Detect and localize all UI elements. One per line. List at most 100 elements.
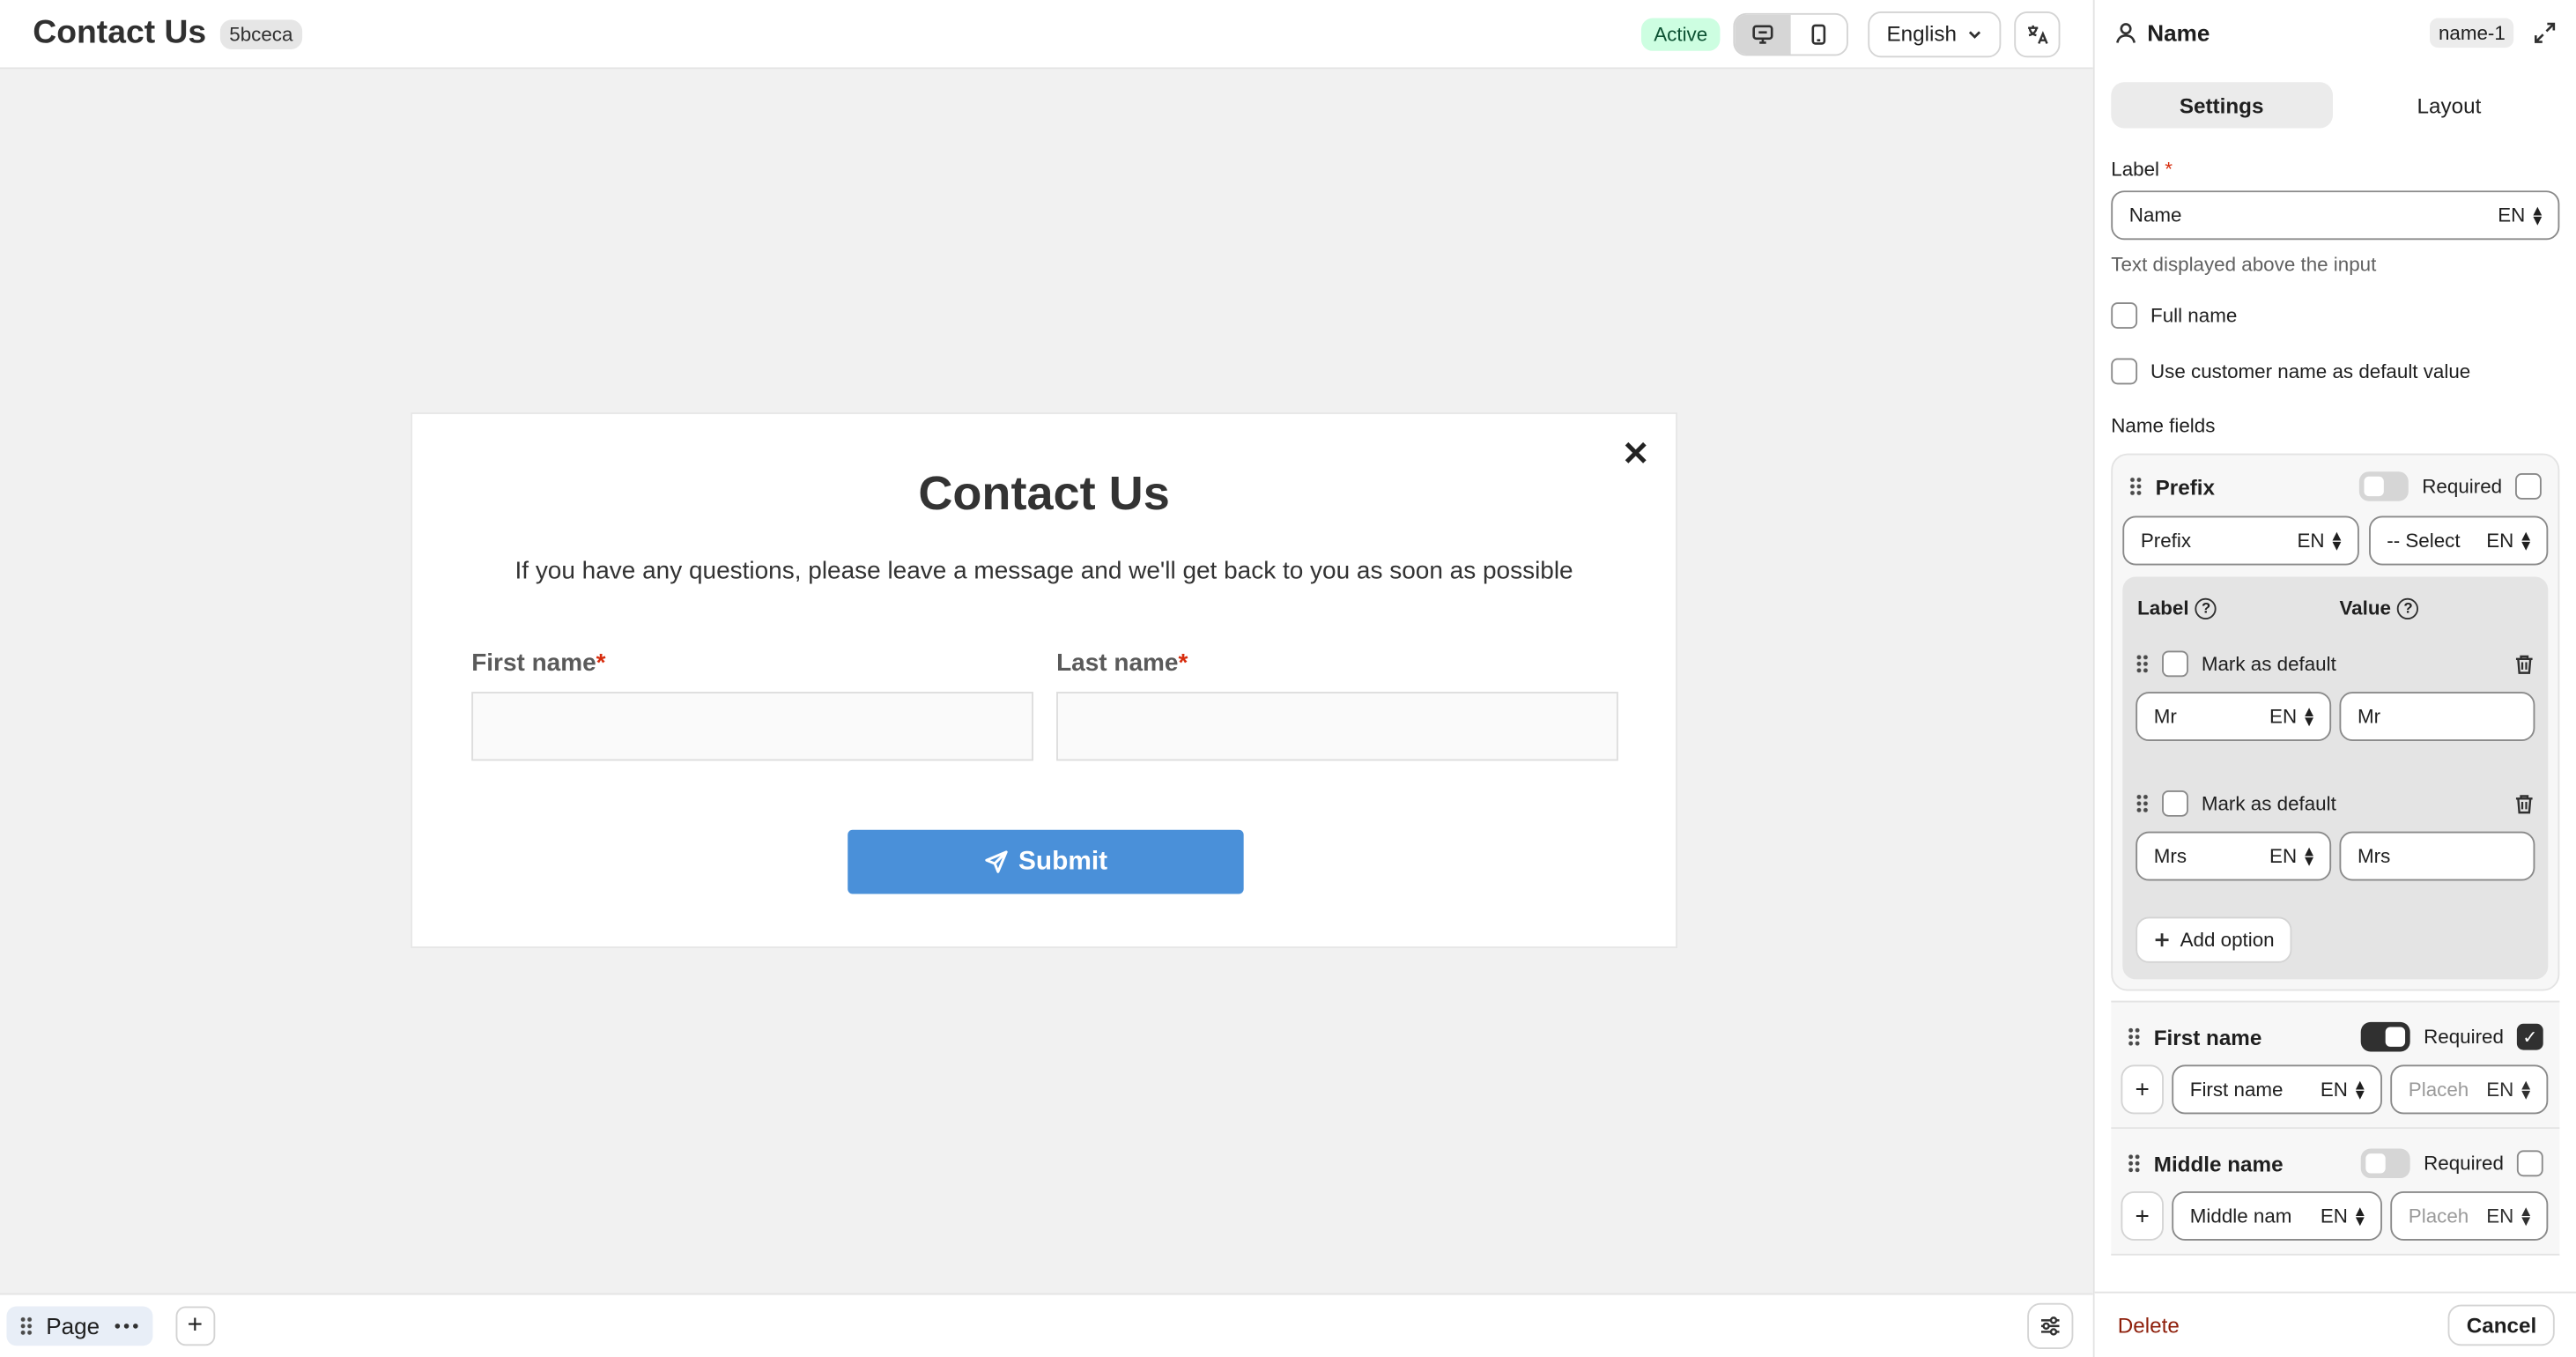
option-value-input[interactable]: Mrs — [2339, 831, 2535, 881]
help-icon[interactable]: ? — [2195, 597, 2217, 619]
option-label-input[interactable]: Mrs EN ▲ ▼ — [2136, 831, 2332, 881]
prefix-field-group: Prefix Required Prefix EN ▲ ▼ -- Select EN ▲ ▼… — [2111, 453, 2560, 991]
required-marker: * — [596, 649, 606, 678]
first-name-placeholder-input[interactable]: Placeh EN ▲ ▼ — [2390, 1064, 2549, 1115]
chevron-updown-icon: ▲ ▼ — [2518, 1076, 2534, 1103]
submit-label: Submit — [1018, 847, 1108, 876]
language-code-select[interactable]: EN ▲ ▼ — [2269, 703, 2317, 730]
expand-icon[interactable] — [2534, 21, 2557, 44]
use-customer-name-option[interactable]: Use customer name as default value — [2111, 358, 2559, 385]
desktop-view-button[interactable] — [1735, 13, 1792, 54]
add-placeholder-button[interactable]: + — [2121, 1190, 2164, 1241]
translate-settings-button[interactable] — [2014, 11, 2061, 57]
prefix-label-input[interactable]: Prefix EN ▲ ▼ — [2122, 515, 2359, 566]
option-value-input[interactable]: Mr — [2339, 692, 2535, 742]
person-icon — [2116, 23, 2136, 43]
label-help-text: Text displayed above the input — [2111, 253, 2377, 277]
tab-settings[interactable]: Settings — [2111, 82, 2333, 129]
submit-button[interactable]: Submit — [848, 829, 1244, 894]
option-inputs: Mr EN ▲ ▼ Mr — [2136, 692, 2535, 742]
option-item: Mark as default Mr EN ▲ ▼ Mr — [2136, 650, 2535, 742]
first-name-controls: Required ✓ — [2361, 1021, 2543, 1052]
prefix-enabled-toggle[interactable] — [2359, 471, 2409, 501]
settings-body: Label * Name EN ▲ ▼ Text displayed above t… — [2111, 158, 2560, 1256]
first-name-header: First name Required ✓ — [2121, 1021, 2550, 1052]
option-value-value: Mr — [2357, 704, 2381, 729]
language-code-select[interactable]: EN ▲ ▼ — [2269, 844, 2316, 869]
use-customer-name-checkbox[interactable] — [2111, 358, 2138, 385]
cancel-button[interactable]: Cancel — [2448, 1304, 2555, 1346]
trash-icon[interactable] — [2513, 793, 2535, 814]
option-label-input[interactable]: Mr EN ▲ ▼ — [2136, 692, 2332, 742]
page-settings-button[interactable] — [2027, 1302, 2074, 1350]
language-code-select[interactable]: EN ▲ ▼ — [2321, 1076, 2368, 1103]
translate-icon — [2028, 24, 2048, 43]
required-marker: * — [1178, 649, 1188, 678]
language-code: EN — [2269, 704, 2298, 729]
language-code: EN — [2320, 1204, 2348, 1228]
language-code: EN — [2486, 1204, 2514, 1228]
middle-name-required-checkbox[interactable] — [2516, 1150, 2543, 1177]
prefix-placeholder-input[interactable]: -- Select EN ▲ ▼ — [2368, 515, 2549, 566]
bottom-bar: Page + — [0, 1293, 2093, 1357]
drag-handle-icon[interactable] — [2127, 1027, 2141, 1047]
tab-layout[interactable]: Layout — [2339, 82, 2560, 128]
label-title-text: Label — [2111, 158, 2160, 182]
element-id-badge: name-1 — [2430, 18, 2514, 48]
full-name-option[interactable]: Full name — [2111, 302, 2559, 329]
required-label: Required — [2424, 1152, 2504, 1175]
language-code-select[interactable]: EN ▲ ▼ — [2320, 1204, 2367, 1228]
option-default-row: Mark as default — [2136, 650, 2535, 678]
label-input[interactable]: Name EN ▲ ▼ — [2111, 190, 2560, 241]
first-name-inputs: + First name EN ▲ ▼ Placeh EN ▲ ▼ — [2121, 1064, 2550, 1115]
desktop-icon — [1753, 24, 1774, 43]
prefix-header: Prefix Required — [2122, 471, 2548, 501]
sliders-icon — [2041, 1316, 2060, 1336]
language-code-select[interactable]: EN ▲ ▼ — [2486, 529, 2533, 553]
prefix-title: Prefix — [2155, 473, 2216, 499]
options-col-label: Label? — [2137, 597, 2339, 619]
first-name-required-checkbox[interactable]: ✓ — [2516, 1023, 2543, 1050]
full-name-checkbox[interactable] — [2111, 302, 2138, 329]
chevron-updown-icon: ▲ ▼ — [2301, 703, 2317, 730]
drag-handle-icon[interactable] — [2136, 793, 2150, 814]
option-value-value: Mrs — [2357, 844, 2391, 868]
add-placeholder-button[interactable]: + — [2121, 1064, 2164, 1115]
drag-handle-icon[interactable] — [19, 1316, 33, 1337]
prefix-required-checkbox[interactable] — [2515, 473, 2542, 500]
trash-icon[interactable] — [2513, 653, 2535, 674]
chevron-updown-icon: ▲ ▼ — [2352, 1076, 2368, 1103]
page-tab[interactable]: Page — [6, 1306, 152, 1346]
drag-handle-icon[interactable] — [2128, 476, 2143, 497]
help-icon[interactable]: ? — [2397, 597, 2419, 619]
middle-name-label-value: Middle nam — [2189, 1204, 2292, 1228]
first-name-enabled-toggle[interactable] — [2361, 1021, 2411, 1052]
first-name-input[interactable] — [471, 692, 1033, 761]
language-code-select[interactable]: EN ▲ ▼ — [2486, 1076, 2534, 1103]
options-col-value: Value? — [2339, 597, 2419, 619]
last-name-input[interactable] — [1056, 692, 1618, 761]
first-name-label-input[interactable]: First name EN ▲ ▼ — [2172, 1064, 2382, 1115]
language-select[interactable]: English — [1868, 11, 2002, 57]
add-option-button[interactable]: Add option — [2136, 916, 2293, 963]
more-horizontal-icon[interactable] — [113, 1321, 139, 1331]
language-code-select[interactable]: EN ▲ ▼ — [2498, 203, 2544, 227]
middle-name-enabled-toggle[interactable] — [2361, 1148, 2411, 1179]
label-input-value: Name — [2128, 204, 2182, 227]
name-fields-title: Name fields — [2111, 413, 2216, 438]
mark-default-checkbox[interactable] — [2162, 650, 2188, 678]
mark-default-checkbox[interactable] — [2162, 790, 2188, 817]
prefix-options-list: Label? Value? Mark as default Mr EN ▲ ▼ Mr — [2122, 576, 2549, 980]
add-page-button[interactable]: + — [174, 1306, 215, 1346]
drag-handle-icon[interactable] — [2127, 1153, 2141, 1174]
middle-name-placeholder-input[interactable]: Placeh EN ▲ ▼ — [2390, 1190, 2549, 1241]
last-name-label-text: Last name — [1056, 649, 1179, 678]
drag-handle-icon[interactable] — [2136, 654, 2150, 674]
language-code-select[interactable]: EN ▲ ▼ — [2486, 1203, 2534, 1229]
delete-button[interactable]: Delete — [2118, 1313, 2180, 1338]
chevron-updown-icon: ▲ ▼ — [2518, 1203, 2534, 1229]
mobile-view-button[interactable] — [1791, 14, 1847, 54]
language-code: EN — [2498, 204, 2526, 227]
middle-name-label-input[interactable]: Middle nam EN ▲ ▼ — [2172, 1190, 2382, 1241]
language-code-select[interactable]: EN ▲ ▼ — [2297, 529, 2343, 553]
